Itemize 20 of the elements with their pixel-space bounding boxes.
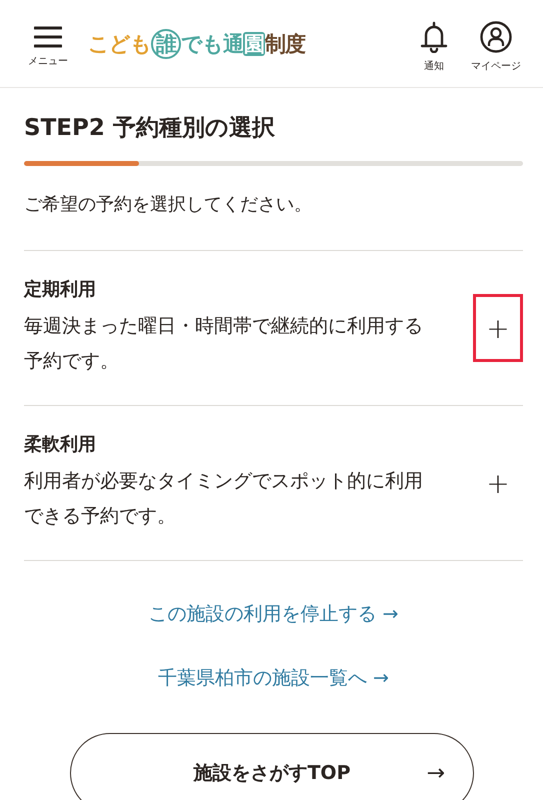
text-link[interactable]: 千葉県柏市の施設一覧へ →: [158, 665, 389, 691]
reservation-option[interactable]: 定期利用 毎週決まった曜日・時間帯で継続的に利用する予約です。 +: [24, 251, 523, 406]
search-top-button[interactable]: 施設をさがすTOP →: [70, 733, 474, 800]
text-link[interactable]: この施設の利用を停止する →: [148, 601, 398, 627]
menu-icon: [34, 26, 62, 48]
expand-toggle[interactable]: +: [473, 449, 523, 517]
instruction-text: ご希望の予約を選択してください。: [24, 193, 313, 216]
expand-toggle[interactable]: +: [473, 294, 523, 362]
user-icon: [480, 20, 512, 52]
notification-button[interactable]: 通知: [419, 20, 449, 72]
option-title: 柔軟利用: [24, 433, 97, 456]
option-title: 定期利用: [24, 278, 97, 301]
option-description: 利用者が必要なタイミングでスポット的に利用できる予約です。: [24, 469, 424, 529]
reservation-option[interactable]: 柔軟利用 利用者が必要なタイミングでスポット的に利用できる予約です。 +: [24, 406, 523, 561]
option-description: 毎週決まった曜日・時間帯で継続的に利用する予約です。: [24, 314, 424, 374]
menu-button[interactable]: メニュー: [28, 26, 68, 68]
bell-icon: [419, 20, 449, 52]
mypage-button[interactable]: マイページ: [471, 20, 521, 72]
site-logo[interactable]: こども 誰 でも通園制度: [88, 28, 305, 58]
step-title: STEP2 予約種別の選択: [24, 114, 276, 143]
